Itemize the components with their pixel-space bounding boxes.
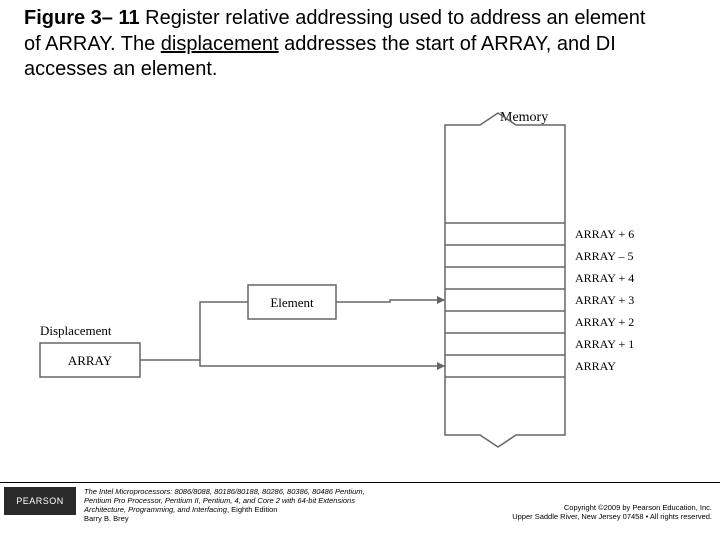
row-label: ARRAY + 3 — [575, 293, 634, 307]
row-label: ARRAY — [575, 359, 616, 373]
memory-bottom-bracket — [445, 405, 565, 447]
book-author: Barry B. Brey — [84, 514, 129, 523]
displacement-label: Displacement — [40, 323, 112, 338]
copyright-line: Upper Saddle River, New Jersey 07458 • A… — [512, 512, 712, 521]
figure-number: Figure 3– 11 — [24, 7, 140, 29]
arrowhead-icon — [437, 362, 445, 370]
wire-array-to-memory — [140, 360, 445, 366]
copyright-line: Copyright ©2009 by Pearson Education, In… — [564, 503, 712, 512]
book-line: Pentium Pro Processor, Pentium II, Penti… — [84, 496, 355, 505]
memory-label: Memory — [500, 110, 548, 125]
book-title: The Intel Microprocessors: 8086/8088, 80… — [84, 487, 394, 523]
caption-underlined: displacement — [161, 33, 279, 55]
row-label: ARRAY + 4 — [575, 271, 634, 285]
addressing-diagram: Memory ARRAY + 6 ARRAY – 5 ARRAY + 4 ARR… — [0, 105, 720, 465]
book-line: The Intel Microprocessors: 8086/8088, 80… — [84, 487, 365, 496]
book-line: Architecture, Programming, and Interfaci… — [84, 505, 227, 514]
pearson-logo: PEARSON — [4, 487, 76, 515]
row-label: ARRAY + 1 — [575, 337, 634, 351]
element-box-text: Element — [270, 295, 314, 310]
arrowhead-icon — [437, 296, 445, 304]
book-edition: , Eighth Edition — [227, 505, 277, 514]
array-box-text: ARRAY — [68, 353, 113, 368]
row-label: ARRAY + 2 — [575, 315, 634, 329]
row-label: ARRAY + 6 — [575, 227, 634, 241]
figure-caption: Figure 3– 11 Register relative addressin… — [24, 6, 664, 83]
row-label: ARRAY – 5 — [575, 249, 633, 263]
footer: PEARSON The Intel Microprocessors: 8086/… — [0, 482, 720, 540]
wire-element-branch — [200, 302, 248, 360]
wire-element-to-memory — [336, 300, 445, 302]
copyright: Copyright ©2009 by Pearson Education, In… — [412, 487, 712, 521]
